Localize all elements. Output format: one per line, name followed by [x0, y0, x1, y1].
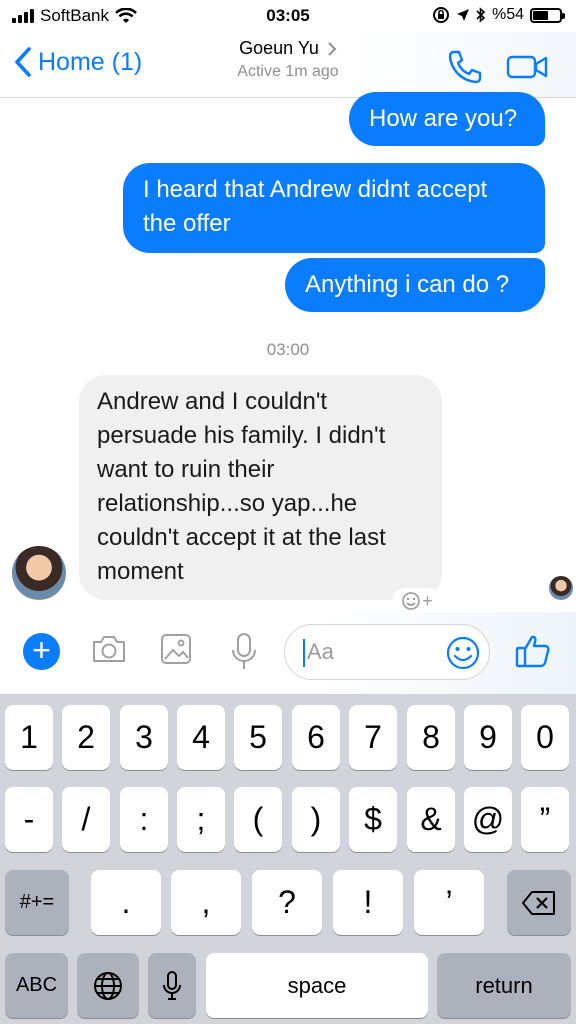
- message-bubble-received[interactable]: Andrew and I couldn't persuade his famil…: [79, 375, 442, 600]
- key-5[interactable]: 5: [234, 705, 282, 770]
- symbols-key[interactable]: #+=: [5, 870, 69, 935]
- key-1[interactable]: 1: [5, 705, 53, 770]
- microphone-icon[interactable]: [230, 632, 258, 672]
- conversation-header: Home (1) Goeun Yu Active 1m ago: [0, 32, 576, 98]
- message-bubble-sent[interactable]: Anything i can do ?: [285, 258, 545, 312]
- backspace-icon: [522, 890, 555, 915]
- contact-avatar[interactable]: [12, 546, 66, 600]
- contact-name: Goeun Yu: [239, 38, 319, 58]
- camera-icon[interactable]: [90, 632, 128, 666]
- key-comma[interactable]: ,: [171, 870, 241, 935]
- status-right: %54: [432, 6, 565, 24]
- abc-key[interactable]: ABC: [5, 953, 68, 1018]
- globe-icon: [94, 971, 122, 1000]
- key-ampersand[interactable]: &: [407, 787, 455, 852]
- battery-icon: [530, 7, 565, 23]
- gallery-icon[interactable]: [160, 632, 192, 666]
- key-period[interactable]: .: [91, 870, 161, 935]
- key-7[interactable]: 7: [349, 705, 397, 770]
- back-label: Home (1): [38, 47, 143, 76]
- phone-icon[interactable]: [446, 48, 484, 86]
- globe-key[interactable]: [77, 953, 139, 1018]
- contact-title[interactable]: Goeun Yu Active 1m ago: [188, 38, 388, 81]
- key-3[interactable]: 3: [120, 705, 168, 770]
- key-hyphen[interactable]: -: [5, 787, 53, 852]
- bluetooth-icon: [476, 7, 486, 23]
- emoji-icon[interactable]: [446, 636, 480, 670]
- location-icon: [456, 9, 469, 21]
- key-apostrophe[interactable]: ’: [414, 870, 484, 935]
- key-at[interactable]: @: [464, 787, 512, 852]
- orientation-lock-icon: [432, 7, 449, 23]
- key-open-paren[interactable]: (: [234, 787, 282, 852]
- chevron-right-icon: [328, 41, 337, 56]
- key-9[interactable]: 9: [464, 705, 512, 770]
- battery-percent: %54: [491, 6, 524, 23]
- message-bubble-sent[interactable]: How are you?: [349, 92, 545, 146]
- key-2[interactable]: 2: [62, 705, 110, 770]
- key-0[interactable]: 0: [521, 705, 569, 770]
- key-close-paren[interactable]: ): [292, 787, 340, 852]
- plus-small-icon: +: [422, 590, 433, 611]
- key-exclamation[interactable]: !: [333, 870, 403, 935]
- message-bubble-sent[interactable]: I heard that Andrew didnt accept the off…: [123, 163, 545, 253]
- chevron-left-icon: [15, 47, 31, 77]
- key-8[interactable]: 8: [407, 705, 455, 770]
- key-semicolon[interactable]: ;: [177, 787, 225, 852]
- key-slash[interactable]: /: [62, 787, 110, 852]
- key-question[interactable]: ?: [252, 870, 322, 935]
- read-receipt-avatar: [549, 576, 573, 600]
- keyboard: 1 2 3 4 5 6 7 8 9 0 - / : ; ( ) $ & @ ” …: [0, 694, 576, 1024]
- backspace-key[interactable]: [507, 870, 571, 935]
- thumbs-up-icon[interactable]: [514, 632, 552, 670]
- microphone-icon: [163, 970, 181, 1000]
- contact-status: Active 1m ago: [237, 63, 339, 80]
- dictation-key[interactable]: [148, 953, 196, 1018]
- emoji-add-icon: [402, 592, 421, 610]
- add-reaction-button[interactable]: +: [392, 588, 442, 614]
- key-colon[interactable]: :: [120, 787, 168, 852]
- message-composer: + Aa: [0, 612, 576, 694]
- message-timestamp: 03:00: [266, 340, 310, 359]
- key-dollar[interactable]: $: [349, 787, 397, 852]
- key-6[interactable]: 6: [292, 705, 340, 770]
- text-caret: [303, 639, 305, 667]
- plus-icon[interactable]: +: [23, 633, 60, 670]
- video-call-icon[interactable]: [506, 52, 548, 82]
- status-bar: SoftBank 03:05 %54: [0, 0, 576, 32]
- key-quote[interactable]: ”: [521, 787, 569, 852]
- return-key[interactable]: return: [437, 953, 571, 1018]
- back-button[interactable]: Home (1): [12, 46, 142, 78]
- message-input-placeholder: Aa: [307, 639, 334, 664]
- space-key[interactable]: space: [206, 953, 428, 1018]
- key-4[interactable]: 4: [177, 705, 225, 770]
